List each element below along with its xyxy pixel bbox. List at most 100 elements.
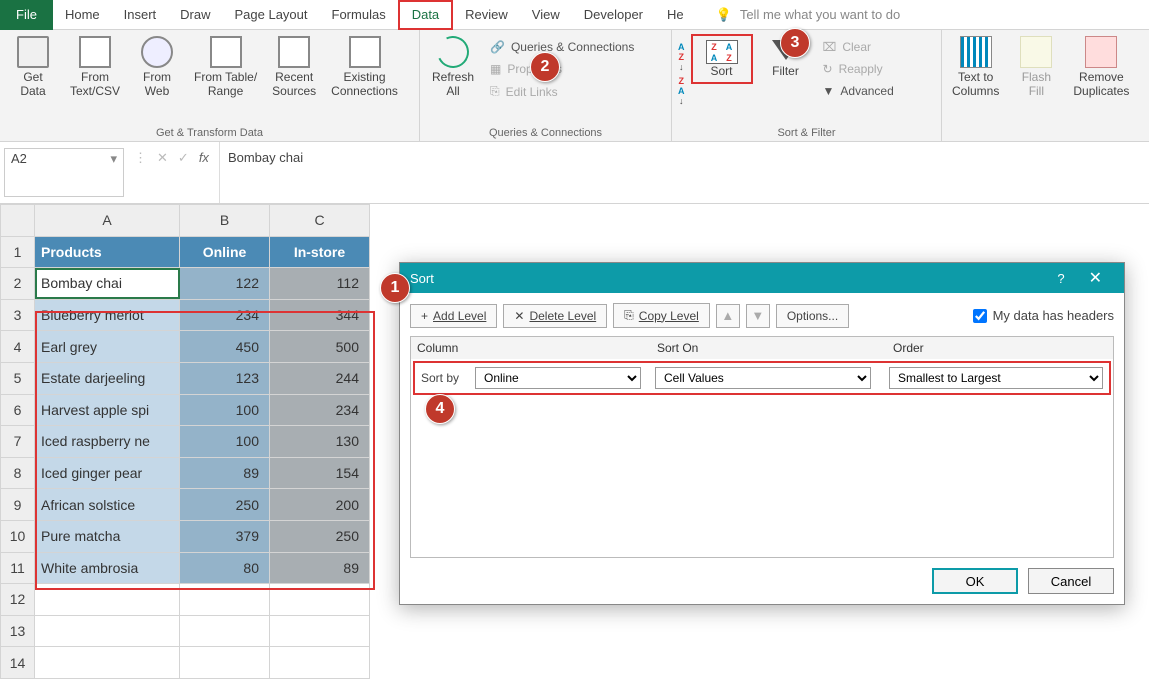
cell[interactable]: Iced ginger pear bbox=[35, 457, 180, 489]
cell-header-instore[interactable]: In-store bbox=[270, 236, 370, 268]
cell[interactable]: 100 bbox=[180, 426, 270, 458]
sort-on-select[interactable]: Cell Values bbox=[655, 367, 871, 389]
help-icon[interactable]: ? bbox=[1045, 271, 1076, 286]
cell[interactable]: 154 bbox=[270, 457, 370, 489]
from-web-button[interactable]: From Web bbox=[130, 34, 184, 100]
cell[interactable]: White ambrosia bbox=[35, 552, 180, 584]
tell-me[interactable]: 💡 Tell me what you want to do bbox=[716, 7, 901, 23]
tab-draw[interactable]: Draw bbox=[168, 0, 222, 30]
existing-connections-button[interactable]: Existing Connections bbox=[327, 34, 402, 100]
sort-column-select[interactable]: Online bbox=[475, 367, 641, 389]
row-header[interactable]: 12 bbox=[1, 584, 35, 616]
cell[interactable] bbox=[180, 615, 270, 647]
from-csv-button[interactable]: From Text/CSV bbox=[66, 34, 124, 100]
cell[interactable]: 89 bbox=[180, 457, 270, 489]
cell[interactable] bbox=[35, 647, 180, 679]
cell[interactable] bbox=[270, 584, 370, 616]
text-to-columns-button[interactable]: Text to Columns bbox=[948, 34, 1003, 100]
tab-file[interactable]: File bbox=[0, 0, 53, 30]
col-header-c[interactable]: C bbox=[270, 205, 370, 237]
cancel-icon[interactable]: ✕ bbox=[157, 150, 168, 166]
cancel-button[interactable]: Cancel bbox=[1028, 568, 1114, 594]
options-button[interactable]: Options... bbox=[776, 304, 849, 328]
tab-page-layout[interactable]: Page Layout bbox=[223, 0, 320, 30]
cell[interactable] bbox=[270, 615, 370, 647]
cell[interactable] bbox=[180, 584, 270, 616]
tab-review[interactable]: Review bbox=[453, 0, 520, 30]
cell[interactable]: 123 bbox=[180, 362, 270, 394]
fx-icon[interactable]: fx bbox=[199, 150, 209, 165]
row-header[interactable]: 9 bbox=[1, 489, 35, 521]
cell[interactable]: 112 bbox=[270, 268, 370, 300]
copy-level-button[interactable]: ⎘Copy Level bbox=[613, 303, 710, 328]
cell[interactable]: Iced raspberry ne bbox=[35, 426, 180, 458]
cell[interactable]: 250 bbox=[180, 489, 270, 521]
cell[interactable]: 89 bbox=[270, 552, 370, 584]
dialog-titlebar[interactable]: Sort ? ✕ bbox=[400, 263, 1124, 293]
cell[interactable]: 450 bbox=[180, 331, 270, 363]
cell[interactable]: Estate darjeeling bbox=[35, 362, 180, 394]
col-header-a[interactable]: A bbox=[35, 205, 180, 237]
cell[interactable]: Bombay chai bbox=[35, 268, 180, 300]
row-header[interactable]: 14 bbox=[1, 647, 35, 679]
cell[interactable]: 122 bbox=[180, 268, 270, 300]
cell[interactable]: 80 bbox=[180, 552, 270, 584]
add-level-button[interactable]: +Add Level bbox=[410, 304, 497, 328]
row-header[interactable]: 7 bbox=[1, 426, 35, 458]
cell[interactable] bbox=[35, 615, 180, 647]
recent-sources-button[interactable]: Recent Sources bbox=[267, 34, 321, 100]
select-all-corner[interactable] bbox=[1, 205, 35, 237]
refresh-all-button[interactable]: Refresh All bbox=[426, 34, 480, 100]
tab-home[interactable]: Home bbox=[53, 0, 112, 30]
cell[interactable] bbox=[180, 647, 270, 679]
cell-header-products[interactable]: Products bbox=[35, 236, 180, 268]
cell[interactable]: 234 bbox=[180, 299, 270, 331]
row-header[interactable]: 10 bbox=[1, 520, 35, 552]
row-header[interactable]: 3 bbox=[1, 299, 35, 331]
cell[interactable]: 200 bbox=[270, 489, 370, 521]
ok-button[interactable]: OK bbox=[932, 568, 1018, 594]
row-header[interactable]: 2 bbox=[1, 268, 35, 300]
row-header[interactable]: 5 bbox=[1, 362, 35, 394]
cell[interactable] bbox=[35, 584, 180, 616]
cell[interactable]: 344 bbox=[270, 299, 370, 331]
tab-view[interactable]: View bbox=[520, 0, 572, 30]
fx-dots-icon[interactable]: ⋮ bbox=[134, 150, 147, 166]
remove-duplicates-button[interactable]: Remove Duplicates bbox=[1069, 34, 1133, 100]
headers-checkbox-input[interactable] bbox=[973, 309, 987, 323]
cell-header-online[interactable]: Online bbox=[180, 236, 270, 268]
tab-insert[interactable]: Insert bbox=[112, 0, 169, 30]
cell[interactable]: 100 bbox=[180, 394, 270, 426]
cell[interactable]: 379 bbox=[180, 520, 270, 552]
get-data-button[interactable]: Get Data bbox=[6, 34, 60, 100]
chevron-down-icon[interactable]: ▾ bbox=[110, 151, 117, 167]
tab-developer[interactable]: Developer bbox=[572, 0, 655, 30]
row-header[interactable]: 13 bbox=[1, 615, 35, 647]
close-icon[interactable]: ✕ bbox=[1077, 268, 1114, 288]
row-header[interactable]: 4 bbox=[1, 331, 35, 363]
delete-level-button[interactable]: ✕Delete Level bbox=[503, 304, 607, 328]
col-header-b[interactable]: B bbox=[180, 205, 270, 237]
tab-help[interactable]: He bbox=[655, 0, 696, 30]
sort-az-button[interactable]: AZ↓ bbox=[678, 42, 685, 72]
worksheet-grid[interactable]: A B C 1 Products Online In-store 2Bombay… bbox=[0, 204, 370, 679]
advanced-button[interactable]: ▼Advanced bbox=[819, 82, 898, 100]
cell[interactable]: Harvest apple spi bbox=[35, 394, 180, 426]
from-table-button[interactable]: From Table/ Range bbox=[190, 34, 261, 100]
cell[interactable]: 500 bbox=[270, 331, 370, 363]
cell[interactable] bbox=[270, 647, 370, 679]
sort-order-select[interactable]: Smallest to Largest bbox=[889, 367, 1103, 389]
cell[interactable]: 250 bbox=[270, 520, 370, 552]
sort-za-button[interactable]: ZA↓ bbox=[678, 76, 685, 106]
row-header[interactable]: 1 bbox=[1, 236, 35, 268]
confirm-icon[interactable]: ✓ bbox=[178, 150, 189, 166]
cell[interactable]: African solstice bbox=[35, 489, 180, 521]
sort-button[interactable]: ZAAZ Sort bbox=[695, 38, 749, 80]
row-header[interactable]: 8 bbox=[1, 457, 35, 489]
headers-checkbox[interactable]: My data has headers bbox=[973, 308, 1114, 323]
name-box[interactable]: A2▾ bbox=[4, 148, 124, 197]
cell[interactable]: 130 bbox=[270, 426, 370, 458]
cell[interactable]: Earl grey bbox=[35, 331, 180, 363]
cell[interactable]: Pure matcha bbox=[35, 520, 180, 552]
tab-data[interactable]: Data bbox=[398, 0, 453, 30]
